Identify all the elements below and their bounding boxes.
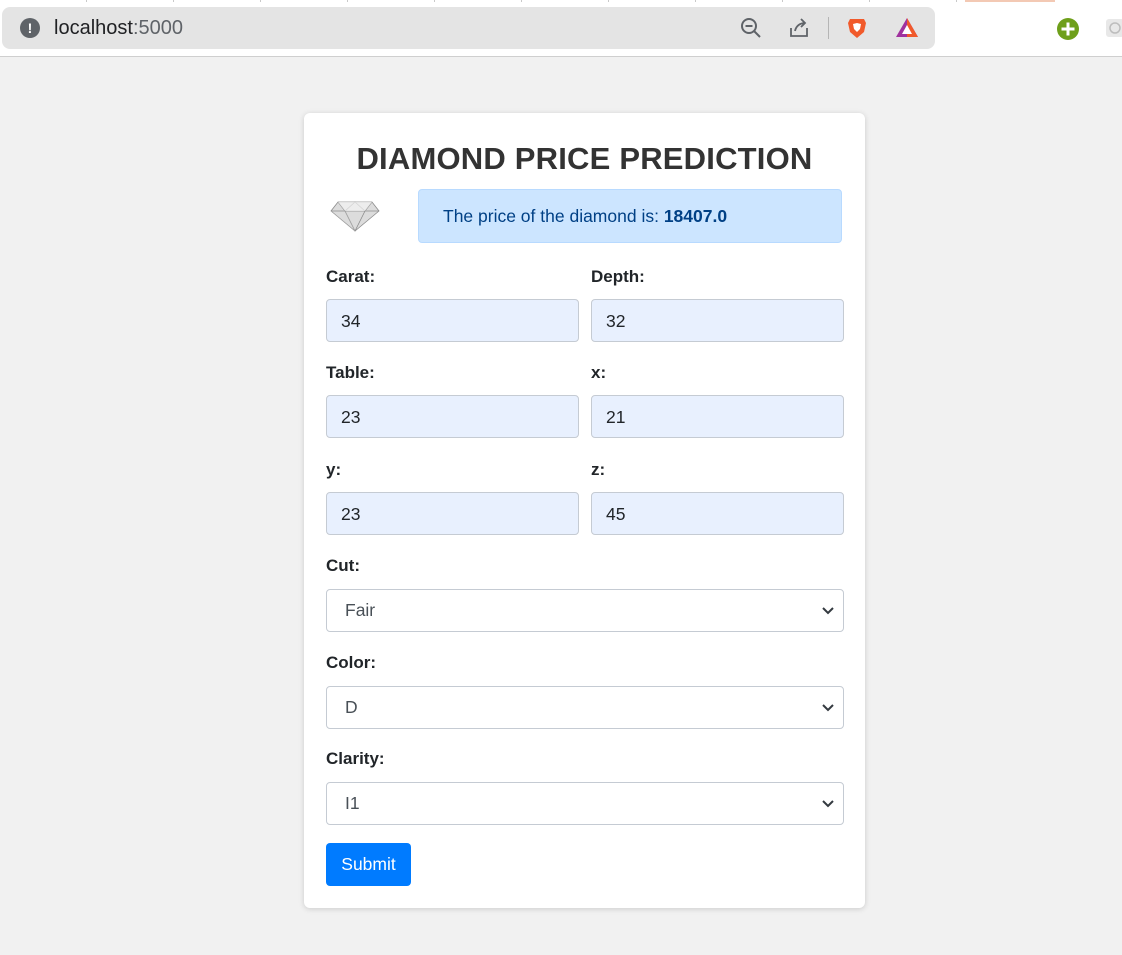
z-input[interactable]: 45 xyxy=(591,492,844,535)
z-label: z: xyxy=(591,460,606,479)
page-title: DIAMOND PRICE PREDICTION xyxy=(356,141,813,176)
color-label: Color: xyxy=(326,653,377,672)
table-label: Table: xyxy=(326,363,375,382)
prediction-result-text: The price of the diamond is: 18407.0 xyxy=(443,206,727,227)
y-label: y: xyxy=(326,460,342,479)
brave-rewards-icon[interactable] xyxy=(895,16,919,40)
url-port: :5000 xyxy=(132,17,183,39)
address-bar-url[interactable]: localhost:5000 xyxy=(54,17,183,40)
browser-toolbar: ! localhost:5000 xyxy=(0,0,1122,57)
site-info-icon[interactable]: ! xyxy=(20,18,40,38)
tab-strip-accent xyxy=(965,0,1055,2)
cut-select[interactable]: Fair xyxy=(326,589,844,632)
carat-label: Carat: xyxy=(326,267,376,286)
prediction-form-card: DIAMOND PRICE PREDICTION The price of th… xyxy=(304,113,865,908)
prediction-result-value: 18407.0 xyxy=(663,206,728,226)
color-select[interactable]: D xyxy=(326,686,844,729)
table-input[interactable]: 23 xyxy=(326,395,579,438)
chevron-down-icon xyxy=(822,704,834,712)
color-select-value: D xyxy=(345,697,358,717)
toolbar-divider xyxy=(828,17,829,39)
submit-button[interactable]: Submit xyxy=(326,843,411,886)
clarity-select[interactable]: I1 xyxy=(326,782,844,825)
depth-label: Depth: xyxy=(591,267,645,286)
extension-add-icon[interactable] xyxy=(1056,17,1080,41)
address-bar[interactable]: ! localhost:5000 xyxy=(2,7,935,49)
y-input[interactable]: 23 xyxy=(326,492,579,535)
url-host: localhost xyxy=(54,17,133,39)
extension-icon[interactable] xyxy=(1104,17,1122,39)
brave-shields-icon[interactable] xyxy=(845,16,869,40)
clarity-select-value: I1 xyxy=(345,793,360,813)
carat-input[interactable]: 34 xyxy=(326,299,579,342)
tab-strip-edge xyxy=(0,0,1055,2)
chevron-down-icon xyxy=(822,607,834,615)
share-icon[interactable] xyxy=(787,16,811,40)
x-input[interactable]: 21 xyxy=(591,395,844,438)
clarity-label: Clarity: xyxy=(326,749,385,768)
zoom-out-icon[interactable] xyxy=(739,16,763,40)
diamond-icon xyxy=(330,201,380,232)
chevron-down-icon xyxy=(822,800,834,808)
depth-input[interactable]: 32 xyxy=(591,299,844,342)
cut-label: Cut: xyxy=(326,556,360,575)
x-label: x: xyxy=(591,363,607,382)
prediction-result-alert: The price of the diamond is: 18407.0 xyxy=(418,189,842,243)
cut-select-value: Fair xyxy=(345,600,376,620)
prediction-result-prefix: The price of the diamond is: xyxy=(443,206,664,226)
